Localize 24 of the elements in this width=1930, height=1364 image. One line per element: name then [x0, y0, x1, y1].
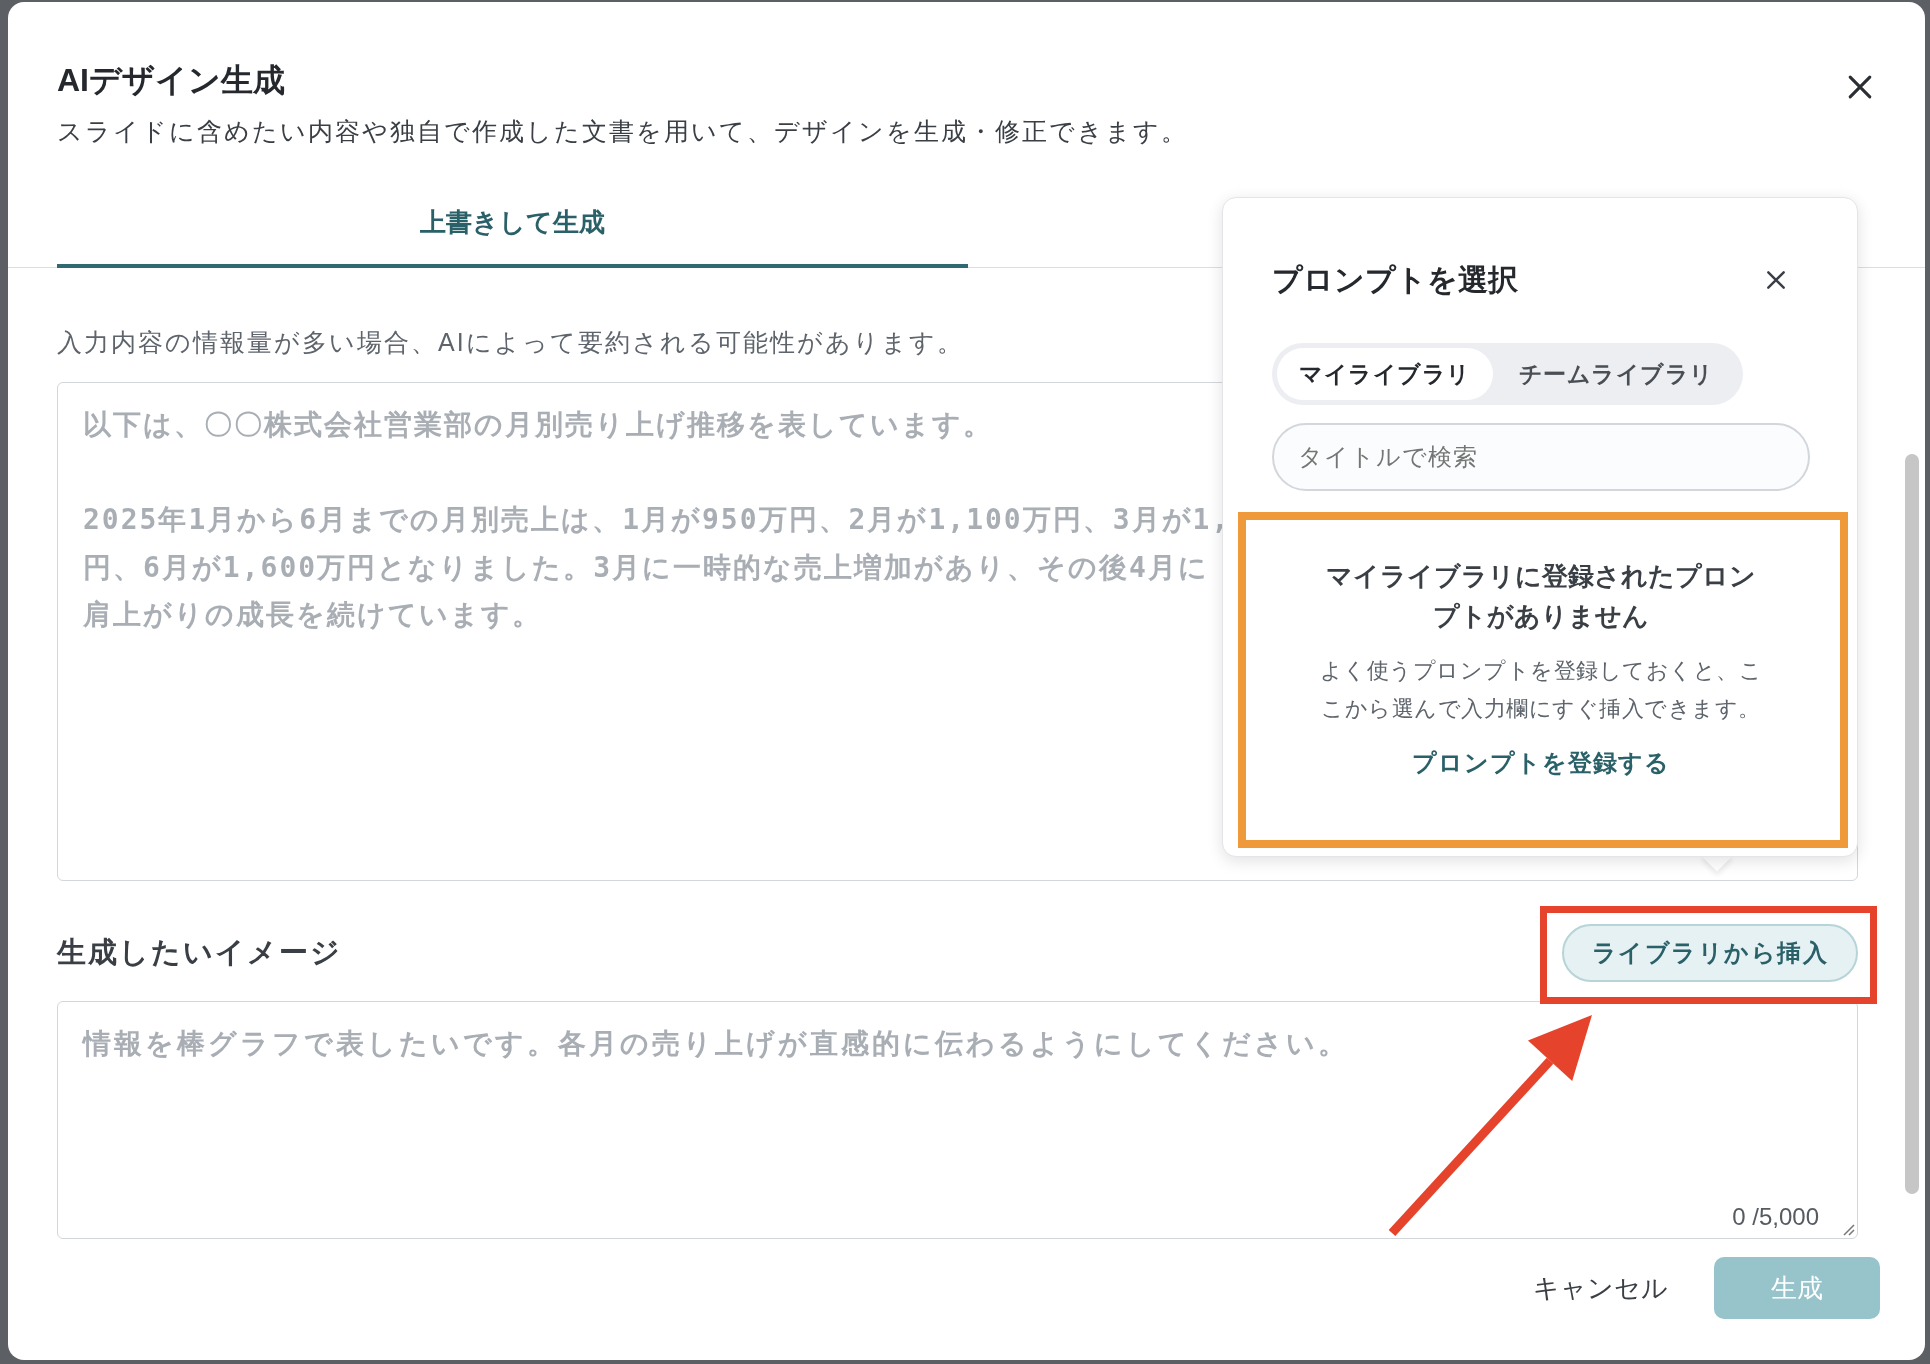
popover-title: プロンプトを選択 — [1272, 262, 1518, 298]
field-label: 生成したいイメージ — [57, 935, 342, 970]
empty-state-heading: マイライブラリに登録されたプロンプトがありません — [1325, 560, 1757, 633]
library-tab[interactable]: マイライブラリ — [1277, 348, 1493, 400]
tab[interactable]: 上書きして生成 — [57, 180, 968, 268]
placeholder-text: 情報を棒グラフで表したいです。各月の売り上げが直感的に伝わるようにしてください。 — [83, 1027, 1349, 1061]
text-area[interactable]: 情報を棒グラフで表したいです。各月の売り上げが直感的に伝わるようにしてください。 0 /5,000 — [57, 1001, 1858, 1239]
placeholder-text: 以下は、〇〇株式会社営業部の月別売り上げ推移を表しています。 — [83, 407, 993, 443]
insert-from-library-button[interactable]: ライブラリから挿入 — [1561, 924, 1858, 982]
resize-handle-icon[interactable] — [1841, 1222, 1855, 1236]
character-counter: 0 /5,000 — [1732, 1202, 1819, 1232]
placeholder-text: 円、6月が1,600万円となりました。3月に一時的な売上増加があり、その後4月に — [83, 549, 1209, 586]
field-hint: 入力内容の情報量が多い場合、AIによって要約される可能性があります。 — [57, 327, 965, 358]
dialog-title: AIデザイン生成 — [57, 61, 286, 100]
close-icon — [1846, 73, 1874, 101]
scrollbar-thumb[interactable] — [1905, 454, 1919, 1194]
close-icon — [1765, 269, 1787, 291]
placeholder-text: 2025年1月から6月までの月別売上は、1月が950万円、2月が1,100万円、3月が1, — [83, 502, 1231, 538]
cancel-button[interactable]: キャンセル — [1533, 1268, 1668, 1308]
search-field[interactable]: タイトルで検索 — [1272, 423, 1810, 491]
register-prompt-link[interactable]: プロンプトを登録する — [1412, 745, 1670, 781]
placeholder-text: 肩上がりの成長を続けています。 — [83, 597, 542, 633]
empty-state-text: よく使うプロンプトを登録しておくと、ここから選んで入力欄にすぐ挿入できます。 — [1318, 657, 1764, 723]
dialog-description: スライドに含めたい内容や独自で作成した文書を用いて、デザインを生成・修正できます。 — [57, 116, 1189, 147]
